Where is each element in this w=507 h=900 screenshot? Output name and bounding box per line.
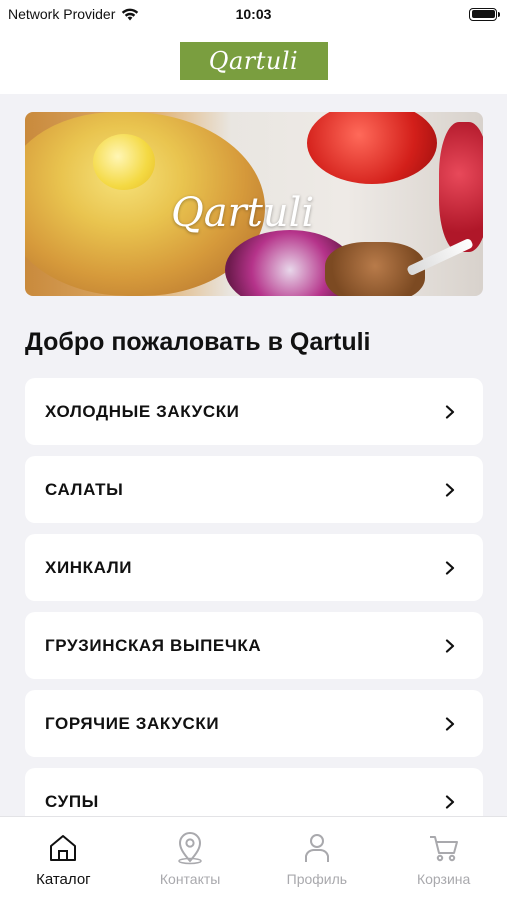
tab-label: Каталог xyxy=(36,871,91,888)
person-icon xyxy=(304,834,329,862)
status-left: Network Provider xyxy=(8,6,139,22)
chevron-right-icon xyxy=(445,404,455,419)
category-item[interactable]: ХИНКАЛИ xyxy=(25,534,483,601)
tab-contacts[interactable]: Контакты xyxy=(135,831,245,887)
tab-label: Корзина xyxy=(416,871,471,887)
category-label: ГРУЗИНСКАЯ ВЫПЕЧКА xyxy=(45,635,262,655)
pomegranate-image xyxy=(307,112,437,184)
category-label: САЛАТЫ xyxy=(45,479,124,499)
battery-icon xyxy=(469,7,500,21)
category-item[interactable]: ХОЛОДНЫЕ ЗАКУСКИ xyxy=(25,378,483,445)
battery-level xyxy=(471,10,495,18)
banner-logo: Qartuli xyxy=(171,190,315,236)
tab-catalog[interactable]: Каталог xyxy=(8,831,118,888)
chevron-right-icon xyxy=(445,716,455,731)
tab-bar: Каталог Контакты Профиль Корзина xyxy=(0,816,507,900)
tab-label: Контакты xyxy=(159,871,221,887)
pomegranate-piece-image xyxy=(439,122,483,252)
chevron-right-icon xyxy=(445,482,455,497)
cart-icon xyxy=(429,836,458,862)
egg-yolk-image xyxy=(93,134,155,190)
category-list: ХОЛОДНЫЕ ЗАКУСКИ САЛАТЫ ХИНКАЛИ ГРУЗИНСК… xyxy=(25,378,483,816)
chevron-right-icon xyxy=(445,560,455,575)
category-label: ГОРЯЧИЕ ЗАКУСКИ xyxy=(45,713,220,733)
map-pin-icon xyxy=(178,832,202,865)
category-item[interactable]: СУПЫ xyxy=(25,768,483,816)
tab-cart[interactable]: Корзина xyxy=(389,831,499,887)
home-icon xyxy=(50,835,77,861)
header-logo: Qartuli xyxy=(179,42,328,80)
category-label: СУПЫ xyxy=(45,791,99,811)
carrier-label: Network Provider xyxy=(8,6,116,22)
nav-bar: Qartuli xyxy=(0,28,507,94)
promo-banner[interactable]: Qartuli xyxy=(25,112,483,296)
tab-profile[interactable]: Профиль xyxy=(262,831,372,887)
main-content[interactable]: Qartuli Добро пожаловать в Qartuli ХОЛОД… xyxy=(0,94,507,816)
category-item[interactable]: ГОРЯЧИЕ ЗАКУСКИ xyxy=(25,690,483,757)
category-item[interactable]: ГРУЗИНСКАЯ ВЫПЕЧКА xyxy=(25,612,483,679)
chevron-right-icon xyxy=(445,638,455,653)
category-label: ХОЛОДНЫЕ ЗАКУСКИ xyxy=(45,401,240,421)
status-bar: Network Provider 10:03 xyxy=(0,0,507,28)
wifi-icon xyxy=(122,8,139,20)
category-label: ХИНКАЛИ xyxy=(45,557,133,577)
chevron-right-icon xyxy=(445,794,455,809)
welcome-title: Добро пожаловать в Qartuli xyxy=(25,328,371,356)
tab-label: Профиль xyxy=(286,871,348,887)
category-item[interactable]: САЛАТЫ xyxy=(25,456,483,523)
